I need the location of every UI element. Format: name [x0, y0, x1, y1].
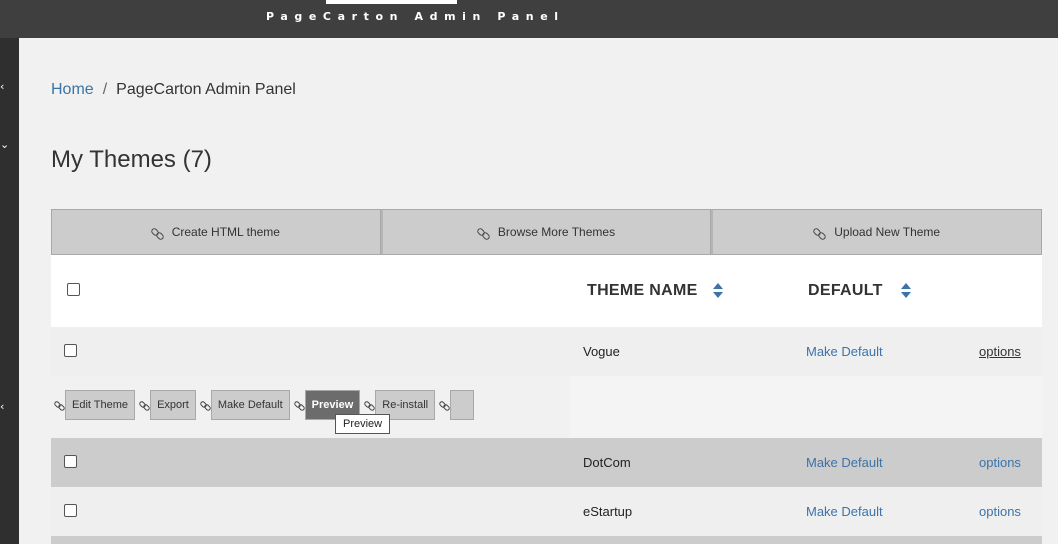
action-label: Browse More Themes [497, 225, 616, 239]
make-default-link[interactable]: Make Default [806, 504, 883, 519]
breadcrumb-current: PageCarton Admin Panel [116, 81, 296, 98]
options-link[interactable]: options [979, 455, 1021, 470]
page-title: My Themes (7) [51, 146, 212, 173]
row-checkbox[interactable] [64, 344, 77, 357]
make-default-link[interactable]: Make Default [806, 455, 883, 470]
sort-icon[interactable] [901, 283, 911, 299]
link-icon [139, 400, 149, 410]
action-label: Upload New Theme [834, 225, 941, 239]
table-row: eStartup Make Default options [51, 487, 1042, 536]
upload-new-theme-button[interactable]: Upload New Theme [711, 209, 1043, 255]
row-option-buttons: Edit Theme Export Make Default Preview R… [53, 390, 477, 420]
link-icon [200, 400, 210, 410]
link-icon [439, 400, 449, 410]
select-all-checkbox[interactable] [67, 283, 80, 296]
theme-name: DotCom [583, 455, 631, 470]
table-row: Vogue Make Default options [51, 327, 1042, 376]
left-rail: ‹ ⌄ ‹ [0, 38, 19, 544]
options-panel-blank [570, 376, 1042, 438]
theme-name: eStartup [583, 504, 633, 519]
export-button[interactable]: Export [150, 390, 196, 420]
link-icon [478, 227, 489, 238]
column-theme-name[interactable]: THEME NAME [587, 282, 698, 300]
themes-table: THEME NAME DEFAULT Vogue Make Default op… [51, 255, 1042, 544]
preview-tooltip: Preview [335, 414, 391, 434]
make-default-button[interactable]: Make Default [210, 390, 290, 420]
chevron-down-icon[interactable]: ⌄ [0, 139, 10, 151]
create-html-theme-button[interactable]: Create HTML theme [51, 209, 381, 255]
options-link[interactable]: options [979, 344, 1021, 359]
column-default[interactable]: DEFAULT [808, 282, 883, 300]
app-title: PageCarton Admin Panel [266, 10, 565, 23]
link-icon [294, 400, 304, 410]
row-options-panel: Edit Theme Export Make Default Preview R… [51, 376, 1042, 438]
row-checkbox[interactable] [64, 504, 77, 517]
link-icon [152, 227, 163, 238]
options-link[interactable]: options [979, 504, 1021, 519]
action-label: Create HTML theme [171, 225, 280, 239]
link-icon [814, 227, 825, 238]
table-row [51, 536, 1042, 544]
edit-theme-button[interactable]: Edit Theme [65, 390, 136, 420]
table-header: THEME NAME DEFAULT [51, 255, 1042, 327]
top-bar: PageCarton Admin Panel [0, 0, 1058, 38]
row-checkbox[interactable] [64, 455, 77, 468]
link-icon [54, 400, 64, 410]
action-bar: Create HTML theme Browse More Themes Upl… [51, 209, 1043, 255]
link-icon [364, 400, 374, 410]
breadcrumb: Home / PageCarton Admin Panel [51, 81, 296, 99]
collapse-icon[interactable]: ‹ [0, 401, 10, 413]
browse-more-themes-button[interactable]: Browse More Themes [380, 209, 712, 255]
table-row: DotCom Make Default options [51, 438, 1042, 487]
make-default-link[interactable]: Make Default [806, 344, 883, 359]
logo-strip [326, 0, 457, 4]
theme-name: Vogue [583, 344, 620, 359]
collapse-icon[interactable]: ‹ [0, 81, 10, 93]
more-button[interactable] [450, 390, 475, 420]
breadcrumb-home-link[interactable]: Home [51, 81, 94, 98]
breadcrumb-separator: / [102, 81, 108, 98]
sort-icon[interactable] [713, 283, 723, 299]
